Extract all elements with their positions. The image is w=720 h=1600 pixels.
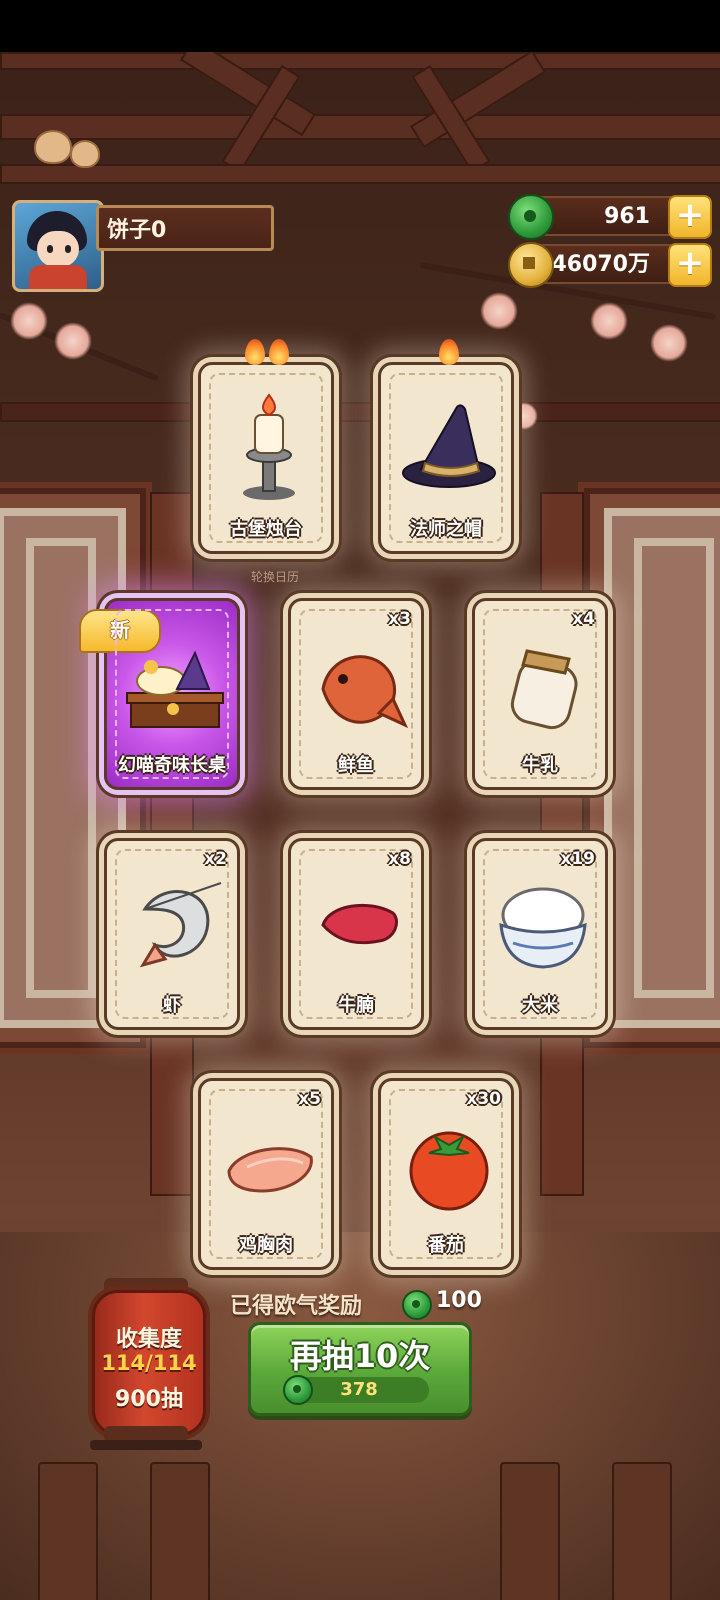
- card-label: 法师之帽: [410, 519, 482, 540]
- card-candlestick[interactable]: 古堡烛台: [198, 339, 334, 554]
- jade-icon: [508, 194, 554, 240]
- calendar-label: 轮换日历: [250, 570, 299, 584]
- wizard-hat-icon: [402, 404, 496, 488]
- bonus-reward: 已得欧气奖励 100: [230, 1288, 490, 1322]
- jade-currency: 961 +: [508, 194, 712, 240]
- card-feast-table[interactable]: 新 幻喵奇味长桌: [79, 598, 240, 790]
- roof-beam-top: [0, 52, 720, 70]
- card-count: x8: [388, 849, 411, 869]
- collection-draws: 900抽: [115, 1387, 183, 1412]
- flame-icon: [245, 339, 265, 365]
- shrimp-icon: [139, 882, 222, 968]
- jade-icon: [402, 1290, 432, 1320]
- candlestick-icon: [243, 393, 295, 500]
- player-name: 饼子0: [96, 205, 274, 251]
- card-count: x4: [572, 609, 595, 629]
- card-count: x3: [388, 609, 411, 629]
- card-milk[interactable]: x4 牛乳: [472, 598, 608, 790]
- roof-beam-low: [0, 164, 720, 184]
- blossom: [590, 302, 628, 340]
- card-label: 牛腩: [338, 995, 374, 1016]
- card-tomato[interactable]: x30 番茄: [378, 1078, 514, 1270]
- add-coin-button[interactable]: +: [668, 243, 712, 287]
- card-count: x30: [466, 1089, 501, 1109]
- blossom: [650, 324, 688, 362]
- jade-icon: [283, 1375, 313, 1405]
- flame-icon: [269, 339, 289, 365]
- card-label: 幻喵奇味长桌: [118, 755, 226, 776]
- lantern-stand: [90, 1440, 202, 1450]
- coin-amount: 46070万: [551, 252, 650, 277]
- flame-icon: [439, 339, 459, 365]
- card-wizard-hat[interactable]: 法师之帽: [378, 339, 514, 554]
- chick-ornament: [34, 130, 72, 164]
- bonus-label: 已得欧气奖励: [230, 1294, 363, 1319]
- jade-amount: 961: [604, 204, 650, 229]
- blossom: [54, 322, 92, 360]
- card-chicken-breast[interactable]: x5 鸡胸肉: [198, 1078, 334, 1270]
- card-count: x2: [204, 849, 227, 869]
- coin-currency: 46070万 +: [508, 242, 712, 288]
- card-label: 番茄: [428, 1235, 464, 1256]
- card-shrimp[interactable]: x2 虾: [104, 838, 240, 1030]
- draw-button-label: 再抽10次: [289, 1337, 431, 1375]
- player-avatar[interactable]: [12, 200, 104, 292]
- collection-title: 收集度: [115, 1327, 182, 1352]
- card-label: 牛乳: [522, 755, 558, 776]
- collection-progress: 114/114: [101, 1351, 197, 1375]
- card-label: 虾: [163, 995, 181, 1016]
- blossom: [10, 302, 48, 340]
- fence-post: [500, 1462, 560, 1600]
- bonus-value: 100: [436, 1288, 482, 1313]
- blossom: [480, 292, 518, 330]
- fence-post: [612, 1462, 672, 1600]
- fence-post: [150, 1462, 210, 1600]
- status-bar: [0, 0, 720, 52]
- chick-ornament: [70, 140, 100, 168]
- card-label: 鲜鱼: [338, 755, 374, 776]
- card-beef[interactable]: x8 牛腩: [288, 838, 424, 1030]
- fish-icon: [321, 655, 409, 729]
- beef-icon: [321, 903, 398, 945]
- blossom: [510, 402, 538, 430]
- card-count: x19: [560, 849, 595, 869]
- card-label: 鸡胸肉: [239, 1235, 293, 1256]
- roof-beam: [0, 114, 720, 140]
- tomato-icon: [409, 1131, 489, 1211]
- coin-icon: [508, 242, 554, 288]
- feast-table-icon: [126, 650, 224, 728]
- fence-post: [38, 1462, 98, 1600]
- add-jade-button[interactable]: +: [668, 195, 712, 239]
- card-label: 古堡烛台: [230, 519, 302, 540]
- card-label: 大米: [522, 995, 558, 1016]
- chicken-breast-icon: [227, 1147, 313, 1193]
- card-fish[interactable]: x3 鲜鱼: [288, 598, 424, 790]
- wall-rail: [0, 402, 720, 422]
- card-count: x5: [298, 1089, 321, 1109]
- card-rice[interactable]: x19 大米: [472, 838, 608, 1030]
- draw-again-button[interactable]: 再抽10次 378: [248, 1322, 472, 1416]
- collection-lantern[interactable]: 收集度 114/114 900抽: [92, 1290, 206, 1436]
- milk-jar-icon: [510, 649, 578, 730]
- rice-bowl-icon: [499, 887, 587, 969]
